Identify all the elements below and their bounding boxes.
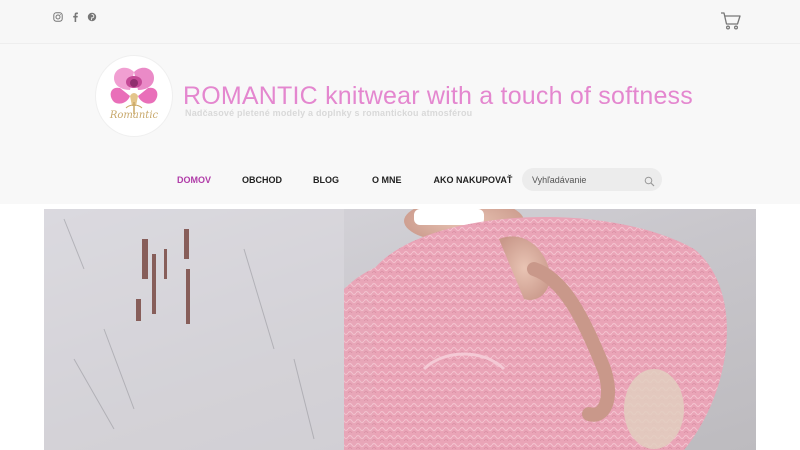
facebook-icon[interactable] xyxy=(70,10,80,22)
logo-text: Romantic xyxy=(109,110,159,121)
main-nav: DOMOV OBCHOD BLOG O MNE AKO NAKUPOVAŤ xyxy=(177,175,512,185)
top-bar xyxy=(0,0,800,44)
social-links xyxy=(53,10,97,22)
site-title[interactable]: ROMANTIC knitwear with a touch of softne… xyxy=(183,82,693,111)
nav-item-obchod[interactable]: OBCHOD xyxy=(242,175,282,185)
search-icon[interactable] xyxy=(644,174,655,187)
nav-item-ako-nakupovat[interactable]: AKO NAKUPOVAŤ xyxy=(434,175,513,185)
cart-icon[interactable] xyxy=(720,11,742,31)
search-box xyxy=(522,168,662,191)
hero-image xyxy=(44,209,756,450)
instagram-icon[interactable] xyxy=(53,10,63,22)
site-tagline: Nadčasové pletené modely a doplnky s rom… xyxy=(185,108,473,118)
search-input[interactable] xyxy=(532,172,642,187)
nav-item-domov[interactable]: DOMOV xyxy=(177,175,211,185)
site-logo[interactable]: Romantic xyxy=(96,56,172,136)
nav-item-blog[interactable]: BLOG xyxy=(313,175,339,185)
nav-item-o-mne[interactable]: O MNE xyxy=(372,175,402,185)
pinterest-icon[interactable] xyxy=(87,10,97,22)
